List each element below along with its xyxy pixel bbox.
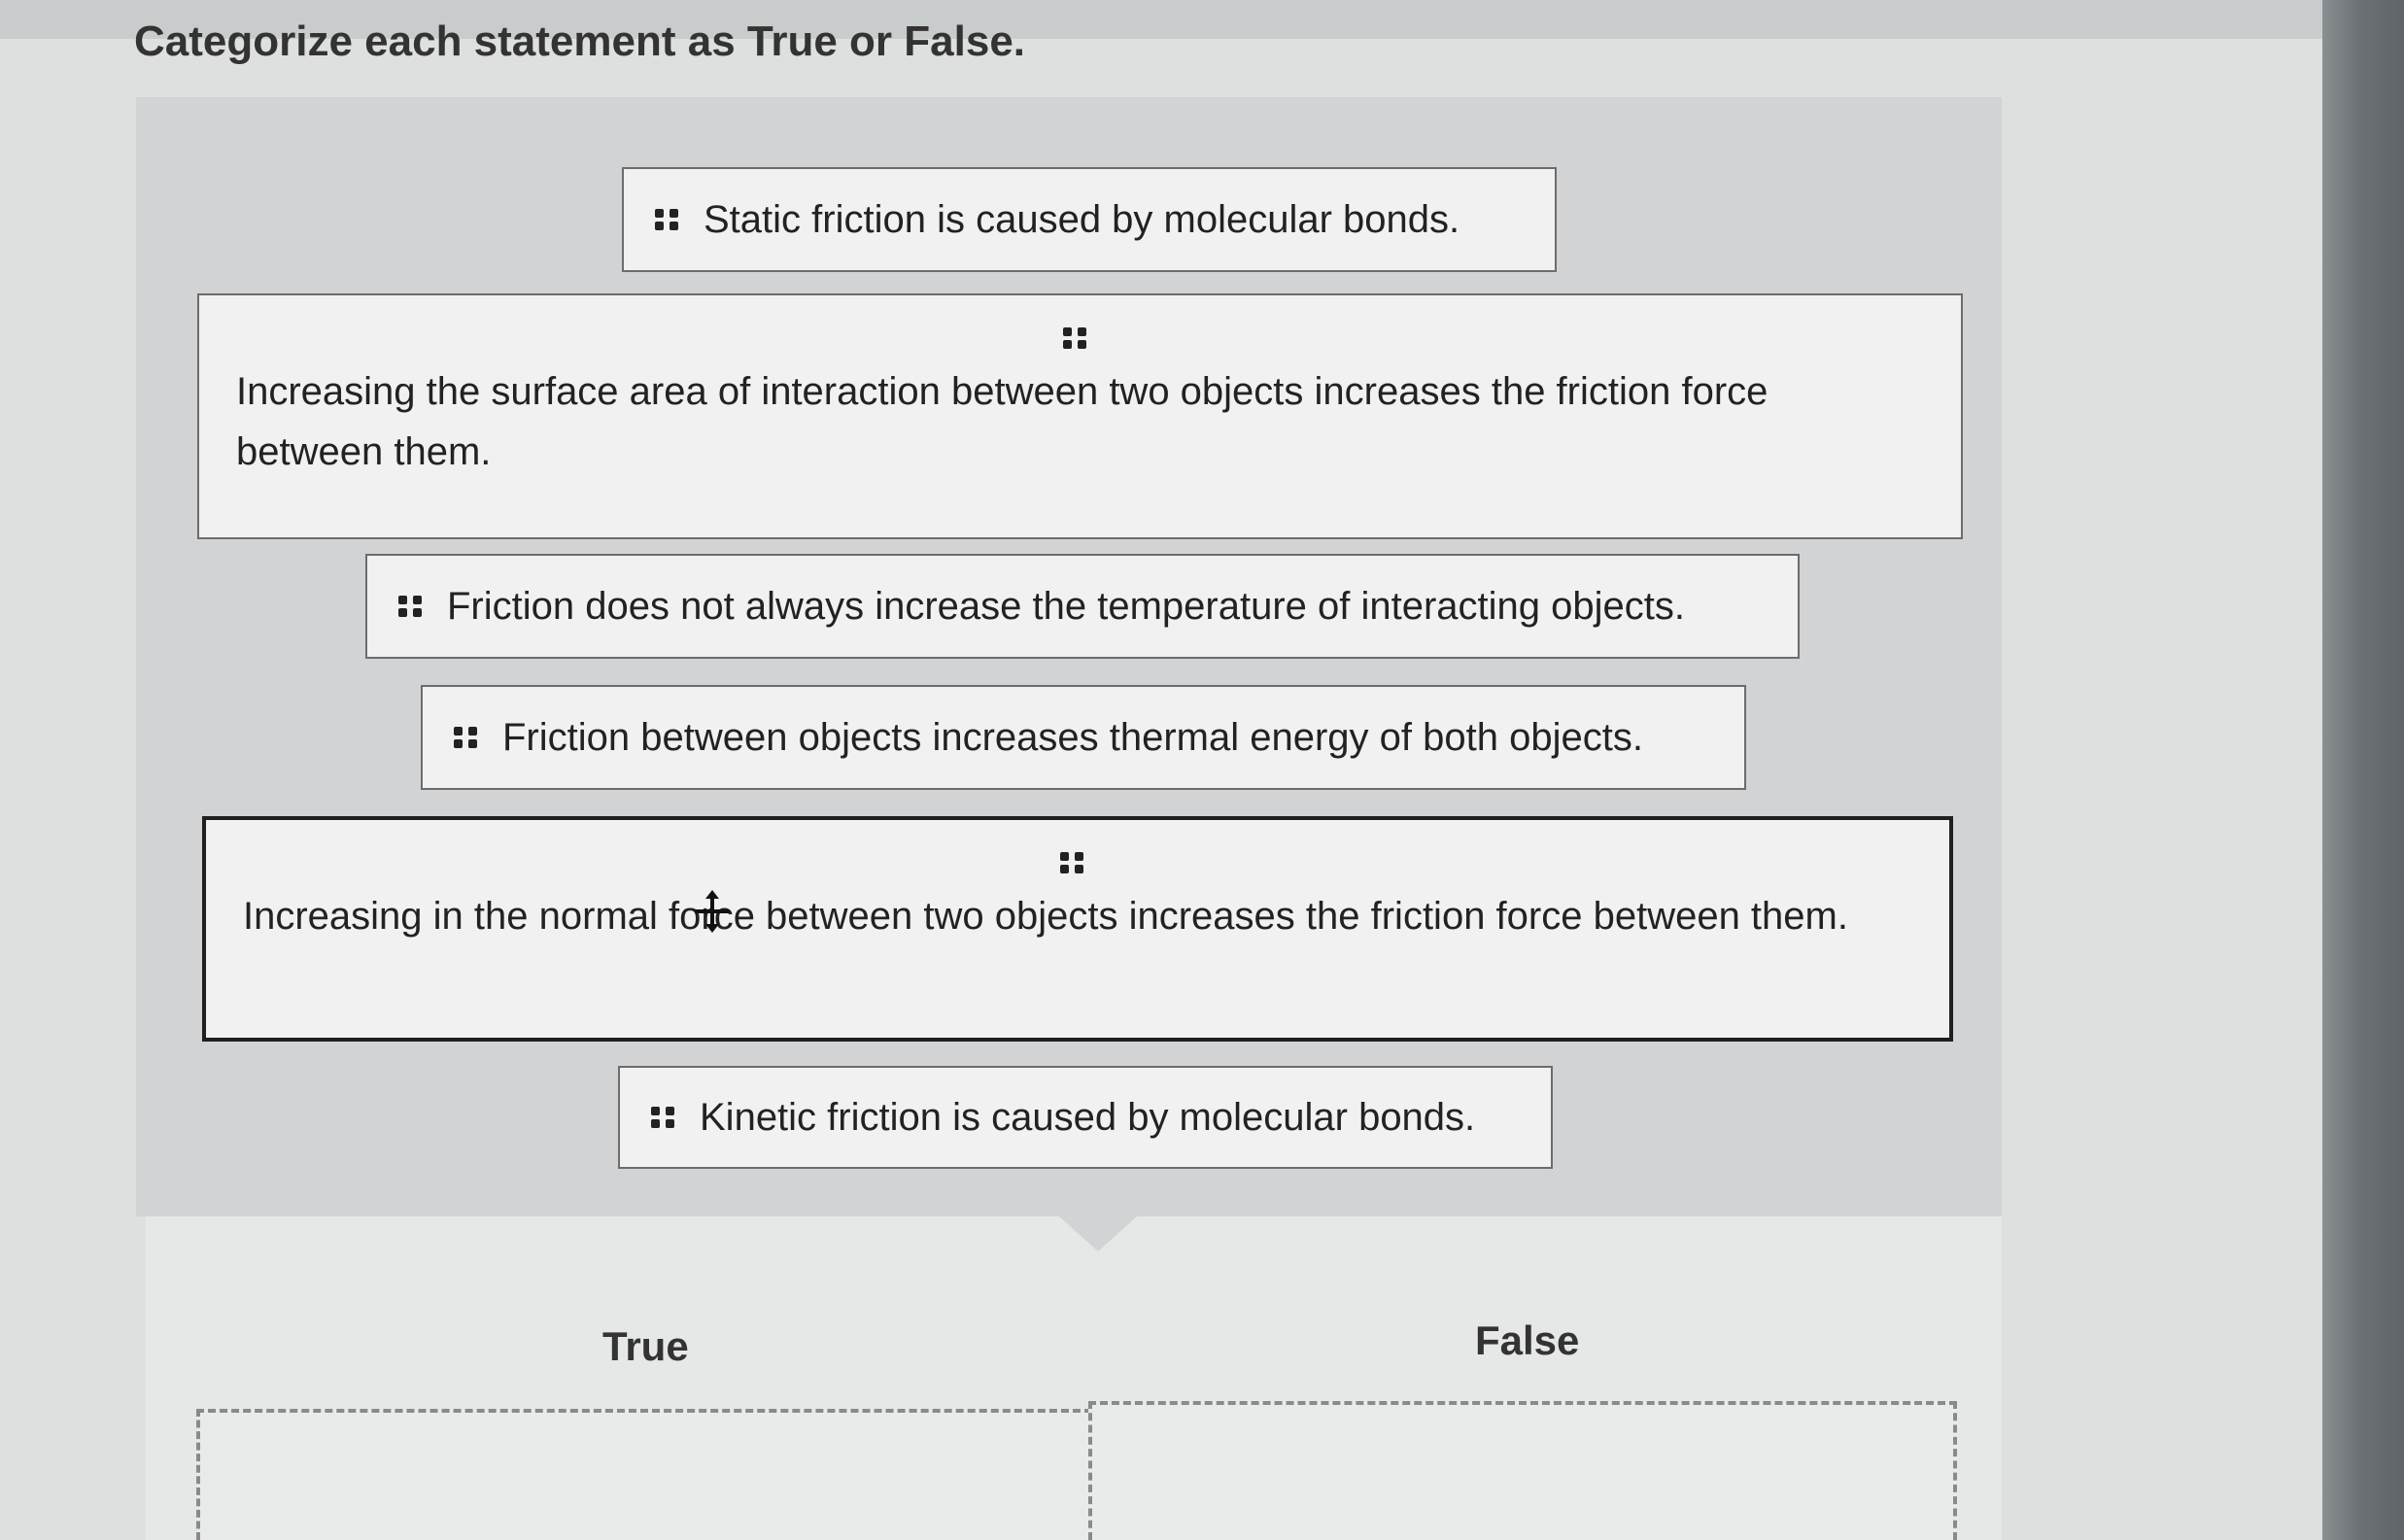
statement-card-surface-area[interactable]: Increasing the surface area of interacti… [197,293,1963,539]
statement-card-thermal-energy[interactable]: Friction between objects increases therm… [421,685,1746,790]
pool-pointer-notch [1059,1216,1137,1251]
drag-handle-icon [1061,325,1088,352]
statement-text: Friction does not always increase the te… [447,584,1685,628]
true-column-heading: True [602,1323,689,1369]
drag-handle-icon [649,1104,676,1131]
statement-card-normal-force[interactable]: Increasing in the normal force between t… [202,816,1953,1042]
drag-handle-icon [653,206,680,233]
statement-text: Static friction is caused by molecular b… [704,197,1460,241]
screen: Categorize each statement as True or Fal… [0,0,2322,1540]
statement-text: Increasing in the normal force between t… [243,895,1848,938]
statement-text: Friction between objects increases therm… [502,715,1643,759]
statement-card-kinetic-friction[interactable]: Kinetic friction is caused by molecular … [618,1066,1553,1169]
question-prompt: Categorize each statement as True or Fal… [134,17,1026,65]
move-cursor-icon [693,890,732,938]
statement-card-static-friction[interactable]: Static friction is caused by molecular b… [622,167,1557,272]
drag-handle-icon [396,593,424,620]
statement-text: Kinetic friction is caused by molecular … [700,1095,1476,1139]
statement-card-temperature[interactable]: Friction does not always increase the te… [365,554,1800,659]
monitor-bezel [2322,0,2404,1540]
drag-handle-icon [1058,849,1085,876]
false-drop-zone[interactable] [1088,1401,1957,1540]
statement-text: Increasing the surface area of interacti… [236,370,1769,473]
true-drop-zone[interactable] [196,1409,1092,1540]
drag-handle-icon [452,724,479,751]
false-column-heading: False [1475,1318,1580,1363]
photo-background: Categorize each statement as True or Fal… [0,0,2404,1540]
